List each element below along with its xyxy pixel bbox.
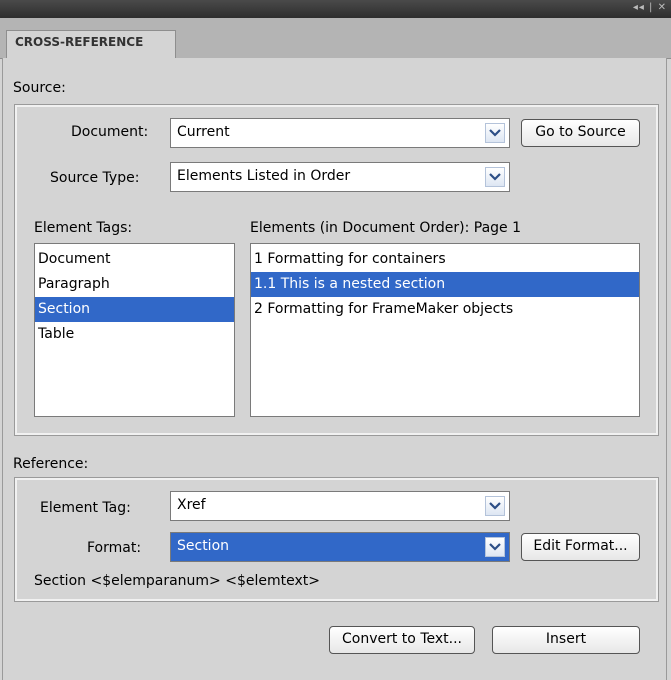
source-type-value: Elements Listed in Order bbox=[177, 168, 351, 184]
element-tags-label: Element Tags: bbox=[34, 220, 133, 236]
chevron-down-icon[interactable] bbox=[485, 123, 505, 143]
element-tag-value: Xref bbox=[177, 497, 206, 513]
list-item-document[interactable]: Document bbox=[35, 247, 234, 272]
cross-reference-panel: Source: Document: Current Go to Source S… bbox=[2, 58, 667, 680]
insert-button[interactable]: Insert bbox=[492, 626, 640, 654]
format-value: Section bbox=[177, 538, 230, 554]
document-value: Current bbox=[177, 124, 230, 140]
element-tags-list[interactable]: Document Paragraph Section Table bbox=[34, 243, 235, 417]
format-label: Format: bbox=[87, 540, 142, 556]
list-item-element[interactable]: 1 Formatting for containers bbox=[251, 247, 639, 272]
list-item-table[interactable]: Table bbox=[35, 322, 234, 347]
elements-label: Elements (in Document Order): Page 1 bbox=[250, 220, 522, 236]
document-label: Document: bbox=[71, 124, 149, 140]
edit-format-button[interactable]: Edit Format... bbox=[521, 533, 640, 561]
chevron-down-icon[interactable] bbox=[485, 537, 505, 557]
list-item-paragraph[interactable]: Paragraph bbox=[35, 272, 234, 297]
source-type-label: Source Type: bbox=[50, 170, 140, 186]
list-item-element[interactable]: 2 Formatting for FrameMaker objects bbox=[251, 297, 639, 322]
element-tag-label: Element Tag: bbox=[40, 500, 131, 516]
format-definition: Section <$elemparanum> <$elemtext> bbox=[34, 573, 320, 589]
panel-titlebar: ◂◂ | ✕ bbox=[0, 0, 671, 18]
source-type-dropdown[interactable]: Elements Listed in Order bbox=[170, 162, 510, 192]
panel-controls[interactable]: ◂◂ | ✕ bbox=[633, 2, 667, 13]
element-tag-dropdown[interactable]: Xref bbox=[170, 491, 510, 521]
list-item-element[interactable]: 1.1 This is a nested section bbox=[251, 272, 639, 297]
document-dropdown[interactable]: Current bbox=[170, 118, 510, 148]
chevron-down-icon[interactable] bbox=[485, 167, 505, 187]
tab-strip: CROSS-REFERENCE bbox=[0, 18, 671, 59]
reference-heading: Reference: bbox=[13, 456, 89, 472]
go-to-source-button[interactable]: Go to Source bbox=[521, 119, 640, 147]
elements-list[interactable]: 1 Formatting for containers 1.1 This is … bbox=[250, 243, 640, 417]
convert-to-text-button[interactable]: Convert to Text... bbox=[329, 626, 475, 654]
tab-cross-reference[interactable]: CROSS-REFERENCE bbox=[6, 30, 176, 58]
format-dropdown[interactable]: Section bbox=[170, 532, 510, 562]
source-heading: Source: bbox=[13, 80, 66, 96]
chevron-down-icon[interactable] bbox=[485, 496, 505, 516]
list-item-section[interactable]: Section bbox=[35, 297, 234, 322]
